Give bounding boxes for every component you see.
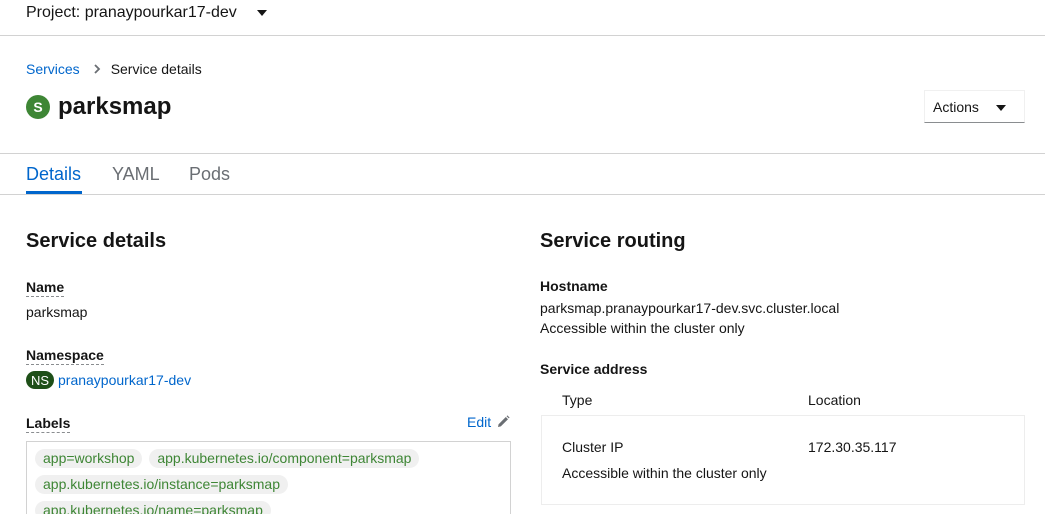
column-header-type: Type [562, 392, 593, 408]
caret-down-icon [996, 105, 1006, 111]
hostname-note: Accessible within the cluster only [540, 320, 745, 336]
service-address-table: Cluster IP 172.30.35.117 Accessible with… [541, 415, 1025, 505]
page-header: S parksmap [26, 93, 171, 121]
breadcrumb-services-link[interactable]: Services [26, 61, 80, 77]
name-term: Name [26, 279, 65, 297]
tab-pods[interactable]: Pods [189, 164, 230, 185]
service-resource-badge: S [26, 95, 50, 119]
labels-list: app=workshop app.kubernetes.io/component… [26, 441, 511, 514]
hostname-value: parksmap.pranaypourkar17-dev.svc.cluster… [540, 300, 840, 316]
namespace-badge: NS [26, 371, 54, 389]
tab-yaml[interactable]: YAML [112, 164, 160, 185]
chevron-right-icon [94, 64, 101, 74]
breadcrumb-current: Service details [110, 61, 202, 77]
address-note: Accessible within the cluster only [562, 465, 767, 481]
edit-label: Edit [467, 414, 492, 430]
tab-bar: Details YAML Pods [0, 154, 1045, 195]
name-value: parksmap [26, 304, 88, 320]
label-chip[interactable]: app=workshop [35, 449, 143, 468]
service-address-term: Service address [540, 361, 648, 377]
edit-labels-button[interactable]: Edit [467, 414, 510, 430]
actions-label: Actions [933, 98, 979, 115]
hostname-term: Hostname [540, 278, 608, 294]
service-details-heading: Service details [26, 230, 167, 252]
column-header-location: Location [808, 392, 861, 408]
label-chip[interactable]: app.kubernetes.io/component=parksmap [149, 449, 420, 468]
address-type-value: Cluster IP [562, 439, 624, 455]
pencil-icon [498, 415, 510, 427]
namespace-value: NS pranaypourkar17-dev [26, 371, 191, 389]
label-chip[interactable]: app.kubernetes.io/name=parksmap [35, 501, 271, 514]
breadcrumb: Services Service details [26, 61, 202, 77]
caret-down-icon [256, 10, 267, 16]
project-bar: Project: pranaypourkar17-dev [0, 0, 1045, 36]
actions-dropdown-button[interactable]: Actions [924, 90, 1025, 123]
project-selector-label: Project: pranaypourkar17-dev [26, 4, 237, 21]
address-location-value: 172.30.35.117 [808, 439, 897, 455]
active-tab-indicator [26, 191, 82, 194]
project-selector[interactable]: Project: pranaypourkar17-dev [26, 4, 267, 22]
labels-term: Labels [26, 415, 71, 433]
service-routing-heading: Service routing [540, 230, 686, 252]
tab-details[interactable]: Details [26, 164, 81, 185]
namespace-link[interactable]: pranaypourkar17-dev [58, 372, 191, 388]
namespace-term: Namespace [26, 347, 104, 365]
page-title: parksmap [58, 93, 172, 120]
label-chip[interactable]: app.kubernetes.io/instance=parksmap [35, 475, 288, 494]
